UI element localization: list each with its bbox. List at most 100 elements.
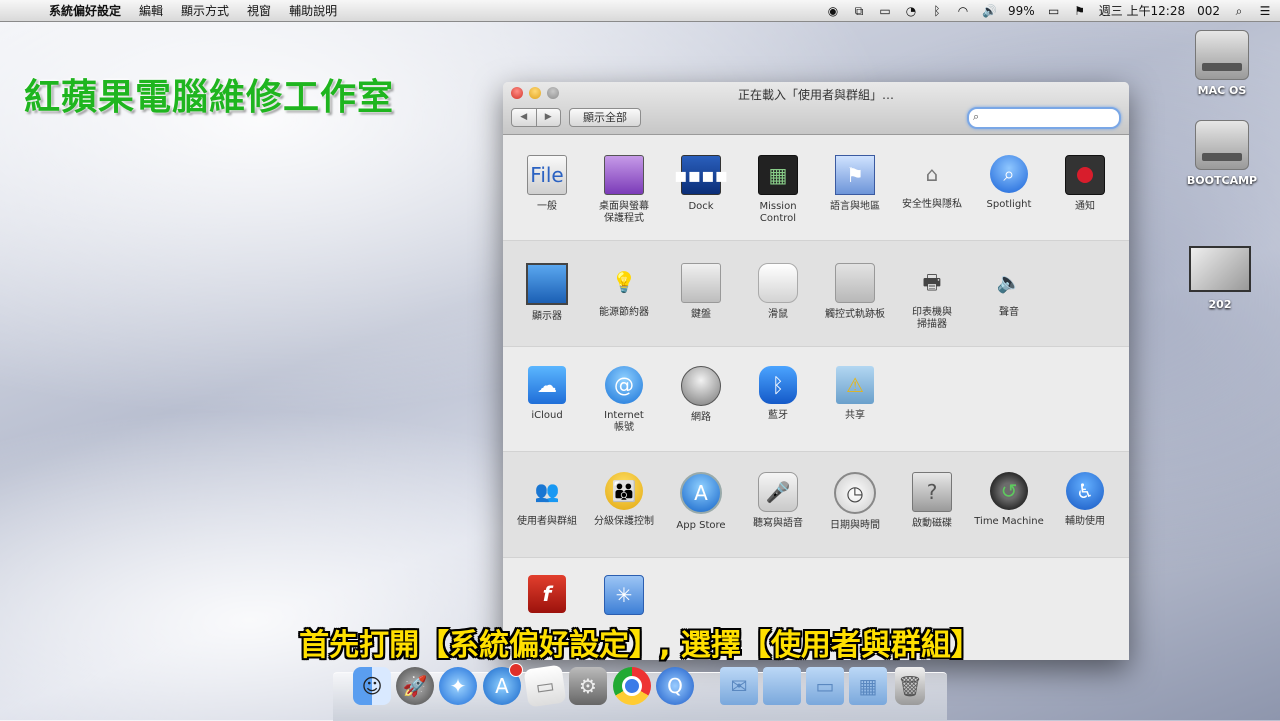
back-arrow-icon[interactable]: ◀ xyxy=(512,109,537,126)
pref-label: 日期與時間 xyxy=(830,520,880,531)
pref-label: 語言與地區 xyxy=(830,201,880,212)
desktop-file-202[interactable]: 202 xyxy=(1180,246,1260,311)
network-icon xyxy=(681,366,721,406)
forward-arrow-icon[interactable]: ▶ xyxy=(537,109,561,126)
hard-disk-icon xyxy=(1195,120,1249,170)
window-title: 正在載入「使用者與群組」… xyxy=(737,88,894,102)
pref-label: 鍵盤 xyxy=(691,309,711,320)
search-field[interactable]: ⌕ xyxy=(967,107,1121,129)
clock[interactable]: 週三 上午12:28 xyxy=(1099,2,1185,19)
screen-icon[interactable]: ▭ xyxy=(878,4,892,18)
pref-printers-scanners[interactable]: 🖶 印表機與 掃描器 xyxy=(894,263,970,331)
pref-app-store[interactable]: A App Store xyxy=(663,472,739,532)
dock-app-store-icon[interactable]: A xyxy=(483,663,523,705)
pref-label: Time Machine xyxy=(974,516,1044,527)
dock-trash-icon[interactable]: 🗑 xyxy=(895,667,925,705)
flag-icon[interactable]: ⚑ xyxy=(1073,4,1087,18)
dock-quicktime-icon[interactable]: Q xyxy=(656,667,694,705)
pref-label: 顯示器 xyxy=(532,311,562,322)
menu-view[interactable]: 顯示方式 xyxy=(172,2,238,19)
pref-desktop-screensaver[interactable]: 桌面與螢幕 保護程式 xyxy=(586,155,662,225)
pref-label: 網路 xyxy=(691,412,711,423)
dock-folder-icon[interactable] xyxy=(763,667,801,705)
spotlight-menu-icon[interactable]: ⌕ xyxy=(1232,4,1246,18)
pref-accessibility[interactable]: ♿ 輔助使用 xyxy=(1047,472,1123,528)
show-all-button[interactable]: 顯示全部 xyxy=(569,108,641,127)
menu-help[interactable]: 輔助說明 xyxy=(280,2,346,19)
desktop-disk-macos[interactable]: MAC OS xyxy=(1182,30,1262,97)
dock-launchpad-icon[interactable]: 🚀 xyxy=(396,667,434,705)
pref-label: 聲音 xyxy=(999,307,1019,318)
sharing-icon: ⚠ xyxy=(836,366,874,404)
dock-finder-icon[interactable]: ☺ xyxy=(353,667,391,705)
pref-trackpad[interactable]: 觸控式軌跡板 xyxy=(817,263,893,321)
printer-icon: 🖶 xyxy=(922,270,942,294)
dock-folder-icon[interactable]: ▭ xyxy=(806,667,844,705)
wifi-icon[interactable]: ◠ xyxy=(956,4,970,18)
search-input[interactable] xyxy=(987,110,1117,126)
battery-icon[interactable]: ▭ xyxy=(1047,4,1061,18)
desktop-disk-bootcamp[interactable]: BOOTCAMP xyxy=(1182,120,1262,187)
pref-label: Mission Control xyxy=(759,201,797,224)
pref-label: Spotlight xyxy=(986,199,1032,210)
pref-other[interactable]: ✳ xyxy=(586,575,662,621)
pref-displays[interactable]: 顯示器 xyxy=(509,263,585,323)
dock-folder-icon[interactable]: ✉ xyxy=(720,667,758,705)
dock-system-preferences-icon[interactable]: ⚙ xyxy=(569,667,607,705)
notification-center-icon[interactable]: ☰ xyxy=(1258,4,1272,18)
bluetooth-status-icon[interactable]: ᛒ xyxy=(930,4,944,18)
pref-keyboard[interactable]: 鍵盤 xyxy=(663,263,739,321)
pref-notifications[interactable]: 通知 xyxy=(1047,155,1123,213)
users-groups-icon: 👥 xyxy=(534,479,560,503)
record-icon[interactable]: ◉ xyxy=(826,4,840,18)
pref-internet-accounts[interactable]: @ Internet 帳號 xyxy=(586,366,662,434)
pref-network[interactable]: 網路 xyxy=(663,366,739,424)
desktop-icon-label: 202 xyxy=(1208,298,1232,311)
pref-security-privacy[interactable]: ⌂ 安全性與隱私 xyxy=(894,155,970,211)
pref-icloud[interactable]: ☁ iCloud xyxy=(509,366,585,422)
pref-startup-disk[interactable]: ? 啟動磁碟 xyxy=(894,472,970,530)
link-icon[interactable]: ⧉ xyxy=(852,4,866,18)
volume-icon[interactable]: 🔊 xyxy=(982,4,997,18)
pref-dock[interactable]: ▪▪▪▪ Dock xyxy=(663,155,739,213)
dock-safari-icon[interactable]: ✦ xyxy=(439,667,477,705)
menu-window[interactable]: 視窗 xyxy=(238,2,280,19)
pref-general[interactable]: File 一般 xyxy=(509,155,585,213)
pref-spotlight[interactable]: ⌕ Spotlight xyxy=(971,155,1047,211)
pref-label: 共享 xyxy=(845,410,865,421)
pref-mission-control[interactable]: ▦ Mission Control xyxy=(740,155,816,225)
pref-energy-saver[interactable]: 💡 能源節約器 xyxy=(586,263,662,319)
pref-dictation-speech[interactable]: 🎤 聽寫與語音 xyxy=(740,472,816,530)
menu-edit[interactable]: 編輯 xyxy=(130,2,172,19)
pref-label: 使用者與群組 xyxy=(517,516,577,527)
time-machine-status-icon[interactable]: ◔ xyxy=(904,4,918,18)
energy-icon: 💡 xyxy=(611,270,637,294)
window-titlebar[interactable]: 正在載入「使用者與群組」… ◀ ▶ 顯示全部 ⌕ xyxy=(503,82,1129,135)
pref-label: 桌面與螢幕 保護程式 xyxy=(599,201,649,224)
dock-folder-icon[interactable]: ▦ xyxy=(849,667,887,705)
menu-app-name[interactable]: 系統偏好設定 xyxy=(40,2,130,19)
general-icon: File xyxy=(527,155,567,195)
user-name[interactable]: 002 xyxy=(1197,4,1220,18)
pref-date-time[interactable]: ◷ 日期與時間 xyxy=(817,472,893,532)
pref-language-region[interactable]: ⚑ 語言與地區 xyxy=(817,155,893,213)
pref-users-groups[interactable]: 👥 使用者與群組 xyxy=(509,472,585,528)
pref-parental-controls[interactable]: 👪 分級保護控制 xyxy=(586,472,662,528)
keyboard-icon xyxy=(681,263,721,303)
pref-sharing[interactable]: ⚠ 共享 xyxy=(817,366,893,422)
desktop-icon xyxy=(604,155,644,195)
dock-preview-icon[interactable]: ▭ xyxy=(523,664,567,708)
flash-player-icon: f xyxy=(528,575,566,613)
pref-mouse[interactable]: 滑鼠 xyxy=(740,263,816,321)
battery-percent[interactable]: 99% xyxy=(1008,4,1035,18)
pref-flash-player[interactable]: f xyxy=(509,575,585,619)
pref-sound[interactable]: 🔈 聲音 xyxy=(971,263,1047,319)
pref-time-machine[interactable]: ↺ Time Machine xyxy=(971,472,1047,528)
pref-label: 印表機與 掃描器 xyxy=(912,307,952,330)
pref-label: App Store xyxy=(676,520,726,531)
pref-label: 聽寫與語音 xyxy=(753,518,803,529)
pref-bluetooth[interactable]: ᛒ 藍牙 xyxy=(740,366,816,422)
dock-chrome-icon[interactable] xyxy=(613,667,651,705)
nav-buttons: ◀ ▶ xyxy=(511,108,561,127)
pref-label: 滑鼠 xyxy=(768,309,788,320)
